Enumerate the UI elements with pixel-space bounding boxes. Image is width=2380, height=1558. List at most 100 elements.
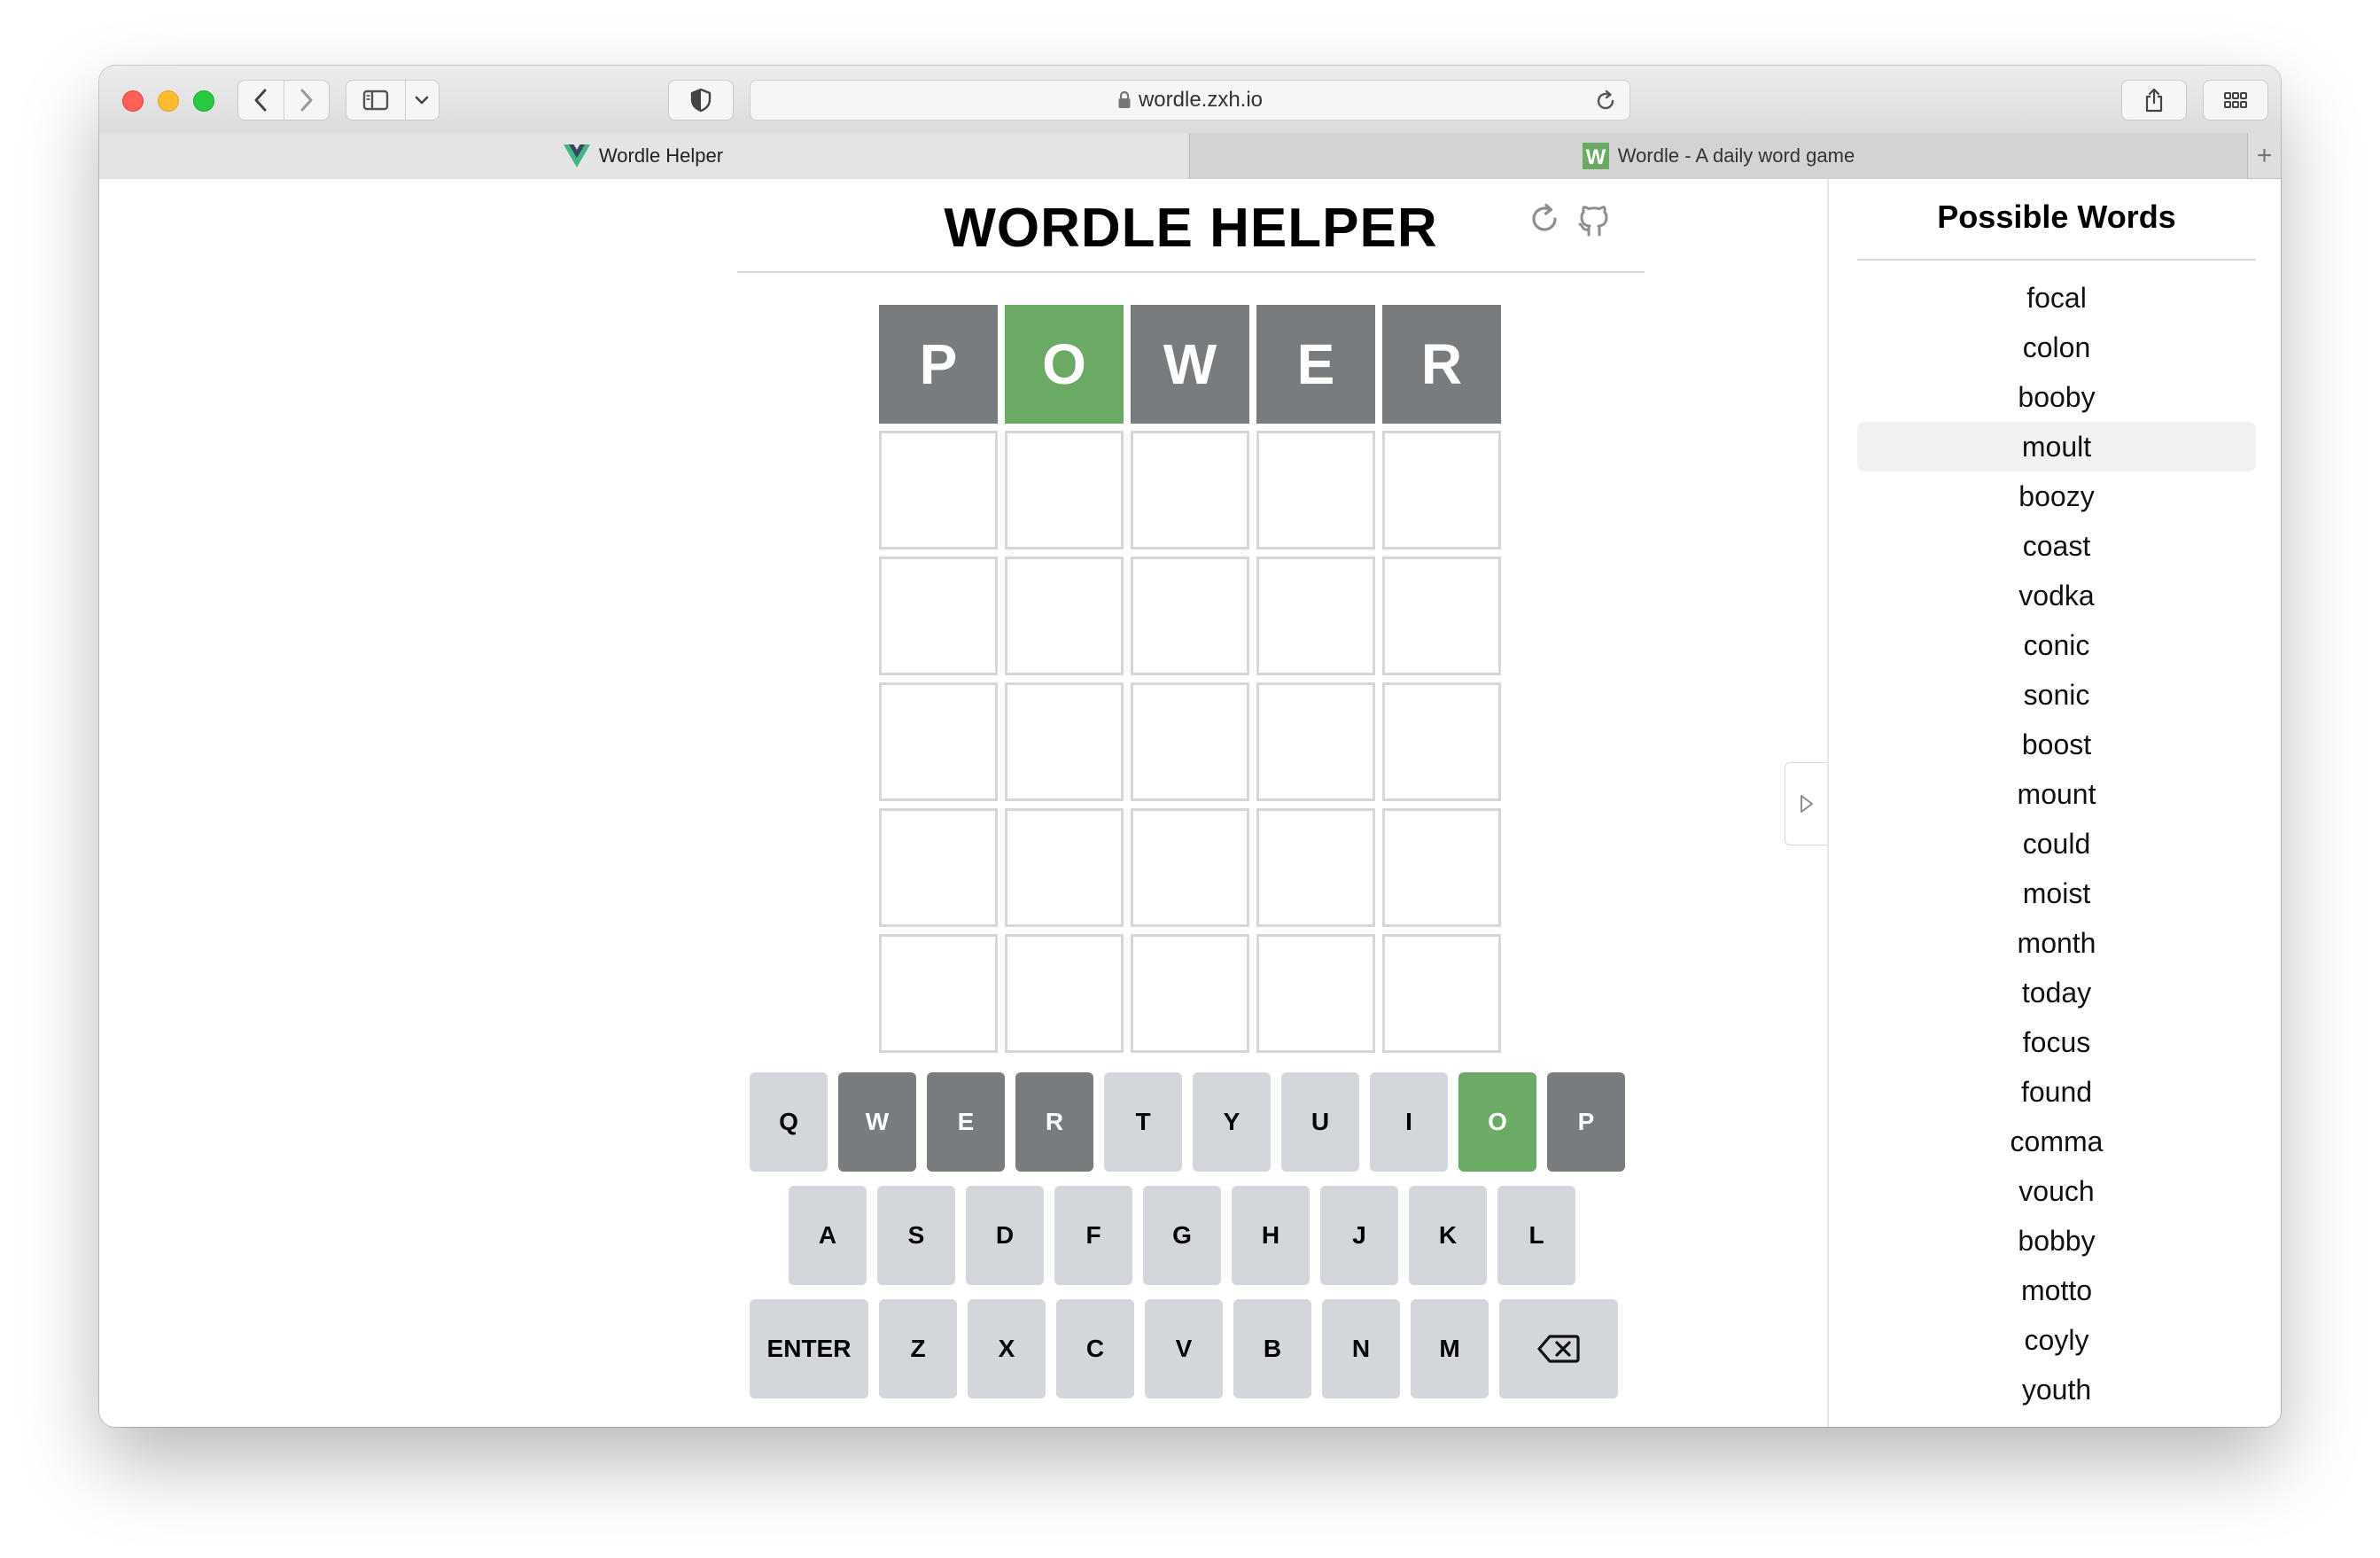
board-tile[interactable] <box>1005 808 1124 927</box>
backspace-key[interactable] <box>1499 1299 1618 1398</box>
reload-icon[interactable] <box>1594 90 1617 113</box>
new-tab-button[interactable]: + <box>2247 133 2281 179</box>
board-tile[interactable] <box>1382 808 1501 927</box>
board-tile[interactable] <box>1382 557 1501 675</box>
word-list-item[interactable]: found <box>1857 1067 2256 1117</box>
word-list-item[interactable]: conic <box>1857 620 2256 670</box>
word-list-item[interactable]: vouch <box>1857 1166 2256 1216</box>
key-f[interactable]: F <box>1054 1186 1132 1285</box>
board-tile[interactable] <box>1256 557 1375 675</box>
board-tile[interactable] <box>1005 934 1124 1053</box>
key-q[interactable]: Q <box>750 1072 828 1172</box>
board-tile[interactable] <box>879 808 998 927</box>
github-icon[interactable] <box>1577 202 1611 244</box>
board-tile[interactable]: O <box>1005 305 1124 424</box>
key-u[interactable]: U <box>1281 1072 1359 1172</box>
key-p[interactable]: P <box>1547 1072 1625 1172</box>
key-s[interactable]: S <box>877 1186 955 1285</box>
minimize-window-button[interactable] <box>158 90 179 112</box>
board-tile[interactable] <box>879 682 998 801</box>
forward-button[interactable] <box>283 81 329 120</box>
board-tile[interactable] <box>1382 934 1501 1053</box>
share-button[interactable] <box>2121 80 2187 121</box>
address-bar[interactable]: wordle.zxh.io <box>750 80 1630 121</box>
privacy-report-button[interactable] <box>668 80 734 121</box>
word-list-item[interactable]: focal <box>1857 273 2256 323</box>
key-o[interactable]: O <box>1458 1072 1536 1172</box>
word-list-item[interactable]: vodka <box>1857 571 2256 620</box>
board-tile[interactable] <box>1005 557 1124 675</box>
word-list-item[interactable]: booby <box>1857 372 2256 422</box>
word-list-item[interactable]: boost <box>1857 720 2256 769</box>
board-tile[interactable] <box>1382 431 1501 549</box>
board-tile[interactable] <box>879 557 998 675</box>
key-j[interactable]: J <box>1320 1186 1398 1285</box>
sidebar-toggle-button[interactable] <box>346 81 406 120</box>
word-list-item[interactable]: mount <box>1857 769 2256 819</box>
word-list-item[interactable]: colon <box>1857 323 2256 372</box>
word-list-item[interactable]: boozy <box>1857 471 2256 521</box>
key-a[interactable]: A <box>789 1186 867 1285</box>
enter-key[interactable]: ENTER <box>750 1299 868 1398</box>
refresh-icon[interactable] <box>1528 202 1561 244</box>
tab-wordle[interactable]: W Wordle - A daily word game <box>1189 133 2247 179</box>
board-tile[interactable] <box>1382 682 1501 801</box>
word-list-item[interactable]: today <box>1857 968 2256 1017</box>
key-c[interactable]: C <box>1056 1299 1134 1398</box>
board-tile[interactable] <box>1131 557 1249 675</box>
key-w[interactable]: W <box>838 1072 916 1172</box>
key-e[interactable]: E <box>927 1072 1005 1172</box>
board-tile[interactable] <box>1256 682 1375 801</box>
close-window-button[interactable] <box>122 90 144 112</box>
key-x[interactable]: X <box>968 1299 1046 1398</box>
key-y[interactable]: Y <box>1193 1072 1271 1172</box>
word-list-item[interactable]: comma <box>1857 1117 2256 1166</box>
board-tile[interactable] <box>879 431 998 549</box>
word-list-item[interactable]: youth <box>1857 1365 2256 1414</box>
word-list-item[interactable]: moult <box>1857 422 2256 471</box>
board-tile[interactable] <box>1256 934 1375 1053</box>
board-tile[interactable] <box>1256 431 1375 549</box>
board-tile[interactable] <box>1131 431 1249 549</box>
board-tile[interactable]: W <box>1131 305 1249 424</box>
board-tile[interactable] <box>1131 808 1249 927</box>
key-m[interactable]: M <box>1411 1299 1489 1398</box>
word-list-item[interactable]: motto <box>1857 1266 2256 1315</box>
tab-overview-button[interactable] <box>2203 80 2268 121</box>
word-list-item[interactable]: coyly <box>1857 1315 2256 1365</box>
tab-wordle-helper[interactable]: Wordle Helper <box>99 133 1187 179</box>
key-i[interactable]: I <box>1370 1072 1448 1172</box>
zoom-window-button[interactable] <box>193 90 214 112</box>
word-list-item[interactable]: month <box>1857 918 2256 968</box>
word-list-item[interactable]: coast <box>1857 521 2256 571</box>
board-tile[interactable] <box>1256 808 1375 927</box>
board-tile[interactable]: P <box>879 305 998 424</box>
key-z[interactable]: Z <box>879 1299 957 1398</box>
word-list-item[interactable]: sonic <box>1857 670 2256 720</box>
key-d[interactable]: D <box>966 1186 1044 1285</box>
board-tile[interactable] <box>879 934 998 1053</box>
key-h[interactable]: H <box>1232 1186 1310 1285</box>
board-tile[interactable] <box>1131 682 1249 801</box>
back-button[interactable] <box>238 81 284 120</box>
key-b[interactable]: B <box>1233 1299 1311 1398</box>
word-list-item[interactable]: focus <box>1857 1017 2256 1067</box>
board-tile[interactable]: R <box>1382 305 1501 424</box>
key-k[interactable]: K <box>1409 1186 1487 1285</box>
key-r[interactable]: R <box>1015 1072 1093 1172</box>
word-list-item[interactable]: bobby <box>1857 1216 2256 1266</box>
board-tile[interactable] <box>1131 934 1249 1053</box>
key-g[interactable]: G <box>1143 1186 1221 1285</box>
board-row: POWER <box>879 305 1508 424</box>
word-list-item[interactable]: could <box>1857 819 2256 869</box>
collapse-panel-button[interactable] <box>1785 762 1827 845</box>
key-n[interactable]: N <box>1322 1299 1400 1398</box>
key-v[interactable]: V <box>1145 1299 1223 1398</box>
key-t[interactable]: T <box>1104 1072 1182 1172</box>
word-list-item[interactable]: moist <box>1857 869 2256 918</box>
board-tile[interactable] <box>1005 431 1124 549</box>
key-l[interactable]: L <box>1497 1186 1575 1285</box>
board-tile[interactable]: E <box>1256 305 1375 424</box>
sidebar-menu-button[interactable] <box>406 81 439 120</box>
board-tile[interactable] <box>1005 682 1124 801</box>
